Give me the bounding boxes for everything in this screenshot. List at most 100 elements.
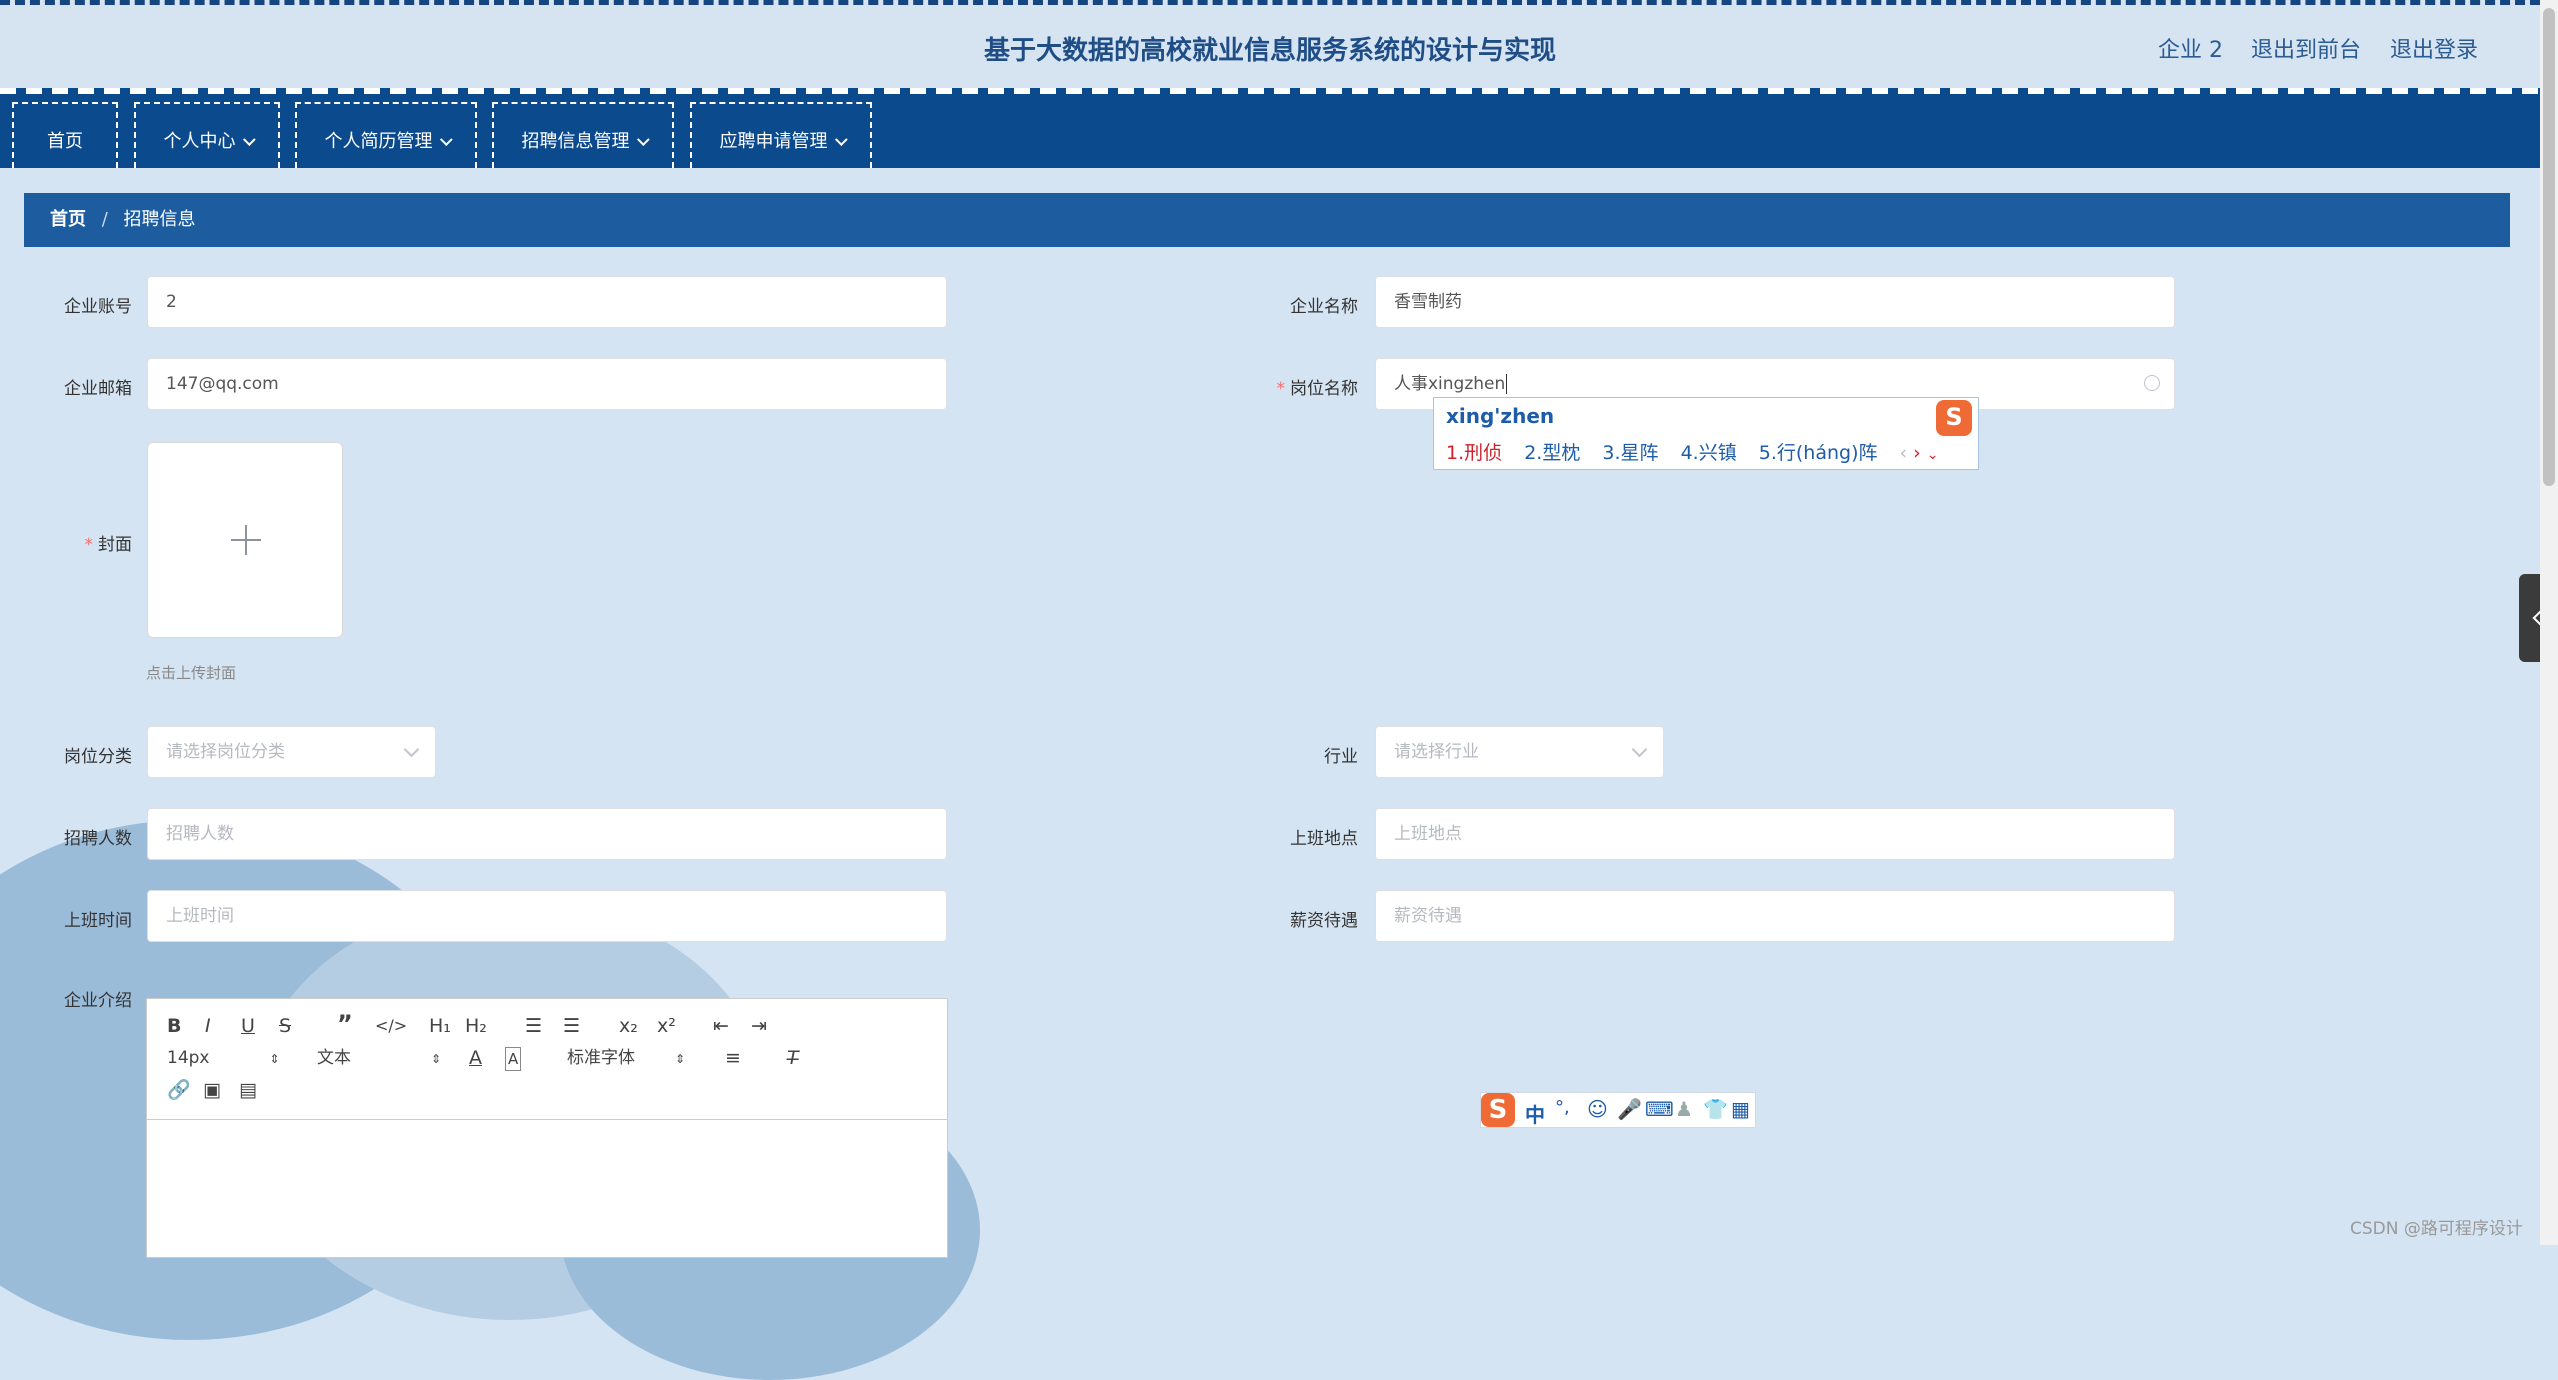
- user-label[interactable]: 企业 2: [2158, 32, 2223, 64]
- ime-next-icon[interactable]: ›: [1913, 442, 1921, 464]
- updown-icon: ⇕: [431, 1052, 442, 1066]
- salary-placeholder: 薪资待遇: [1394, 906, 1462, 926]
- link-icon[interactable]: 🔗: [167, 1079, 191, 1101]
- ime-expand-icon[interactable]: ⌄: [1927, 447, 1939, 463]
- subscript-icon[interactable]: x₂: [619, 1015, 638, 1037]
- sogou-logo-icon[interactable]: S: [1481, 1093, 1515, 1127]
- breadcrumb-home[interactable]: 首页: [50, 209, 86, 230]
- nav-application-management[interactable]: 应聘申请管理: [690, 102, 872, 168]
- logout-link[interactable]: 退出登录: [2390, 32, 2478, 64]
- back-to-front-link[interactable]: 退出到前台: [2251, 32, 2361, 64]
- font-family-value: 标准字体: [567, 1048, 635, 1068]
- keyboard-icon[interactable]: ⌨: [1645, 1097, 1674, 1121]
- clear-format-icon[interactable]: T̶: [787, 1047, 799, 1069]
- microphone-icon[interactable]: 🎤: [1617, 1097, 1642, 1121]
- salary-input[interactable]: 薪资待遇: [1375, 890, 2175, 942]
- background-color-icon[interactable]: A: [505, 1047, 522, 1071]
- cover-upload[interactable]: [147, 442, 343, 638]
- scrollbar-thumb[interactable]: [2543, 8, 2555, 486]
- company-name-input[interactable]: 香雪制药: [1375, 276, 2175, 328]
- font-family-select[interactable]: 标准字体 ⇕: [567, 1047, 685, 1070]
- ordered-list-icon[interactable]: ☰: [525, 1015, 542, 1037]
- align-icon[interactable]: ≡: [725, 1047, 741, 1069]
- strikethrough-icon[interactable]: S: [279, 1015, 291, 1037]
- ime-prev-icon[interactable]: ‹: [1900, 442, 1908, 464]
- font-size-value: 14px: [167, 1048, 210, 1068]
- nav-label: 首页: [47, 131, 83, 152]
- chevron-down-icon: [242, 133, 256, 147]
- nav-home[interactable]: 首页: [12, 102, 118, 168]
- required-mark: *: [84, 535, 94, 555]
- ime-candidate[interactable]: 5.行(háng)阵: [1759, 442, 1878, 464]
- ime-candidates: 1.刑侦 2.型枕 3.星阵 4.兴镇 5.行(háng)阵 ‹ › ⌄: [1446, 438, 1955, 465]
- toolbox-icon[interactable]: ▦: [1731, 1097, 1750, 1121]
- main-nav: 首页 个人中心 个人简历管理 招聘信息管理 应聘申请管理: [0, 94, 2540, 168]
- heading1-icon[interactable]: H₁: [429, 1015, 451, 1037]
- breadcrumb-current: 招聘信息: [123, 209, 196, 230]
- work-time-label: 上班时间: [64, 911, 132, 931]
- nav-label: 个人简历管理: [324, 131, 433, 152]
- image-icon[interactable]: ▣: [203, 1079, 221, 1101]
- quote-icon[interactable]: ”: [337, 1012, 353, 1036]
- required-mark: *: [1276, 379, 1286, 399]
- skin-icon[interactable]: 👕: [1703, 1097, 1728, 1121]
- nav-recruitment-management[interactable]: 招聘信息管理: [492, 102, 674, 168]
- header-select[interactable]: 文本 ⇕: [317, 1047, 441, 1070]
- superscript-icon[interactable]: x²: [657, 1015, 676, 1037]
- nav-personal-center[interactable]: 个人中心: [134, 102, 280, 168]
- ime-candidate[interactable]: 2.型枕: [1524, 442, 1580, 464]
- updown-icon: ⇕: [675, 1052, 686, 1066]
- header-select-value: 文本: [317, 1048, 351, 1068]
- company-account-label: 企业账号: [64, 297, 132, 317]
- plus-icon: [231, 539, 261, 541]
- code-icon[interactable]: </>: [375, 1015, 407, 1037]
- ime-pinyin: xing'zhen: [1446, 404, 1555, 428]
- heading2-icon[interactable]: H₂: [465, 1015, 487, 1037]
- headcount-placeholder: 招聘人数: [166, 824, 234, 844]
- watermark: CSDN @路可程序设计: [2350, 1219, 2523, 1239]
- company-email-label: 企业邮箱: [64, 379, 132, 399]
- video-icon[interactable]: ▤: [239, 1079, 257, 1101]
- nav-resume-management[interactable]: 个人简历管理: [295, 102, 477, 168]
- punctuation-icon[interactable]: °,: [1555, 1097, 1570, 1118]
- breadcrumb: 首页 / 招聘信息: [24, 193, 2510, 247]
- indent-decrease-icon[interactable]: ⇤: [713, 1015, 729, 1037]
- text-cursor: [1506, 374, 1508, 394]
- font-color-icon[interactable]: A: [469, 1047, 482, 1069]
- ime-candidate[interactable]: 3.星阵: [1602, 442, 1658, 464]
- industry-label: 行业: [1324, 747, 1358, 767]
- headcount-input[interactable]: 招聘人数: [147, 808, 947, 860]
- editor-content[interactable]: [147, 1119, 947, 1259]
- italic-icon[interactable]: I: [205, 1015, 211, 1037]
- breadcrumb-separator: /: [101, 209, 108, 230]
- location-input[interactable]: 上班地点: [1375, 808, 2175, 860]
- cover-hint: 点击上传封面: [146, 664, 237, 682]
- industry-placeholder: 请选择行业: [1394, 742, 1479, 762]
- user-icon[interactable]: ♟: [1675, 1097, 1693, 1121]
- sogou-logo-icon: S: [1936, 400, 1972, 436]
- indent-increase-icon[interactable]: ⇥: [751, 1015, 767, 1037]
- position-category-label: 岗位分类: [64, 747, 132, 767]
- company-email-input[interactable]: 147@qq.com: [147, 358, 947, 410]
- nav-label: 个人中心: [163, 131, 236, 152]
- work-time-input[interactable]: 上班时间: [147, 890, 947, 942]
- emoji-icon[interactable]: ☺: [1587, 1097, 1608, 1121]
- position-name-value: 人事xingzhen: [1394, 374, 1506, 394]
- bullet-list-icon[interactable]: ☰: [563, 1015, 580, 1037]
- clear-icon[interactable]: [2144, 375, 2160, 391]
- rich-text-editor: B I U S ” </> H₁ H₂ ☰ ☰ x₂ x² ⇤ ⇥ 14px ⇕ …: [146, 998, 948, 1258]
- ime-candidate[interactable]: 1.刑侦: [1446, 442, 1502, 464]
- headcount-label: 招聘人数: [64, 829, 132, 849]
- position-category-placeholder: 请选择岗位分类: [166, 742, 285, 762]
- ime-candidate[interactable]: 4.兴镇: [1681, 442, 1737, 464]
- bold-icon[interactable]: B: [167, 1015, 181, 1037]
- work-time-placeholder: 上班时间: [166, 906, 234, 926]
- chevron-down-icon: [439, 133, 453, 147]
- underline-icon[interactable]: U: [241, 1015, 255, 1037]
- company-account-input[interactable]: 2: [147, 276, 947, 328]
- industry-select[interactable]: 请选择行业: [1375, 726, 1664, 778]
- salary-label: 薪资待遇: [1290, 911, 1358, 931]
- position-category-select[interactable]: 请选择岗位分类: [147, 726, 436, 778]
- font-size-select[interactable]: 14px ⇕: [167, 1047, 280, 1070]
- ime-mode[interactable]: 中: [1525, 1099, 1545, 1128]
